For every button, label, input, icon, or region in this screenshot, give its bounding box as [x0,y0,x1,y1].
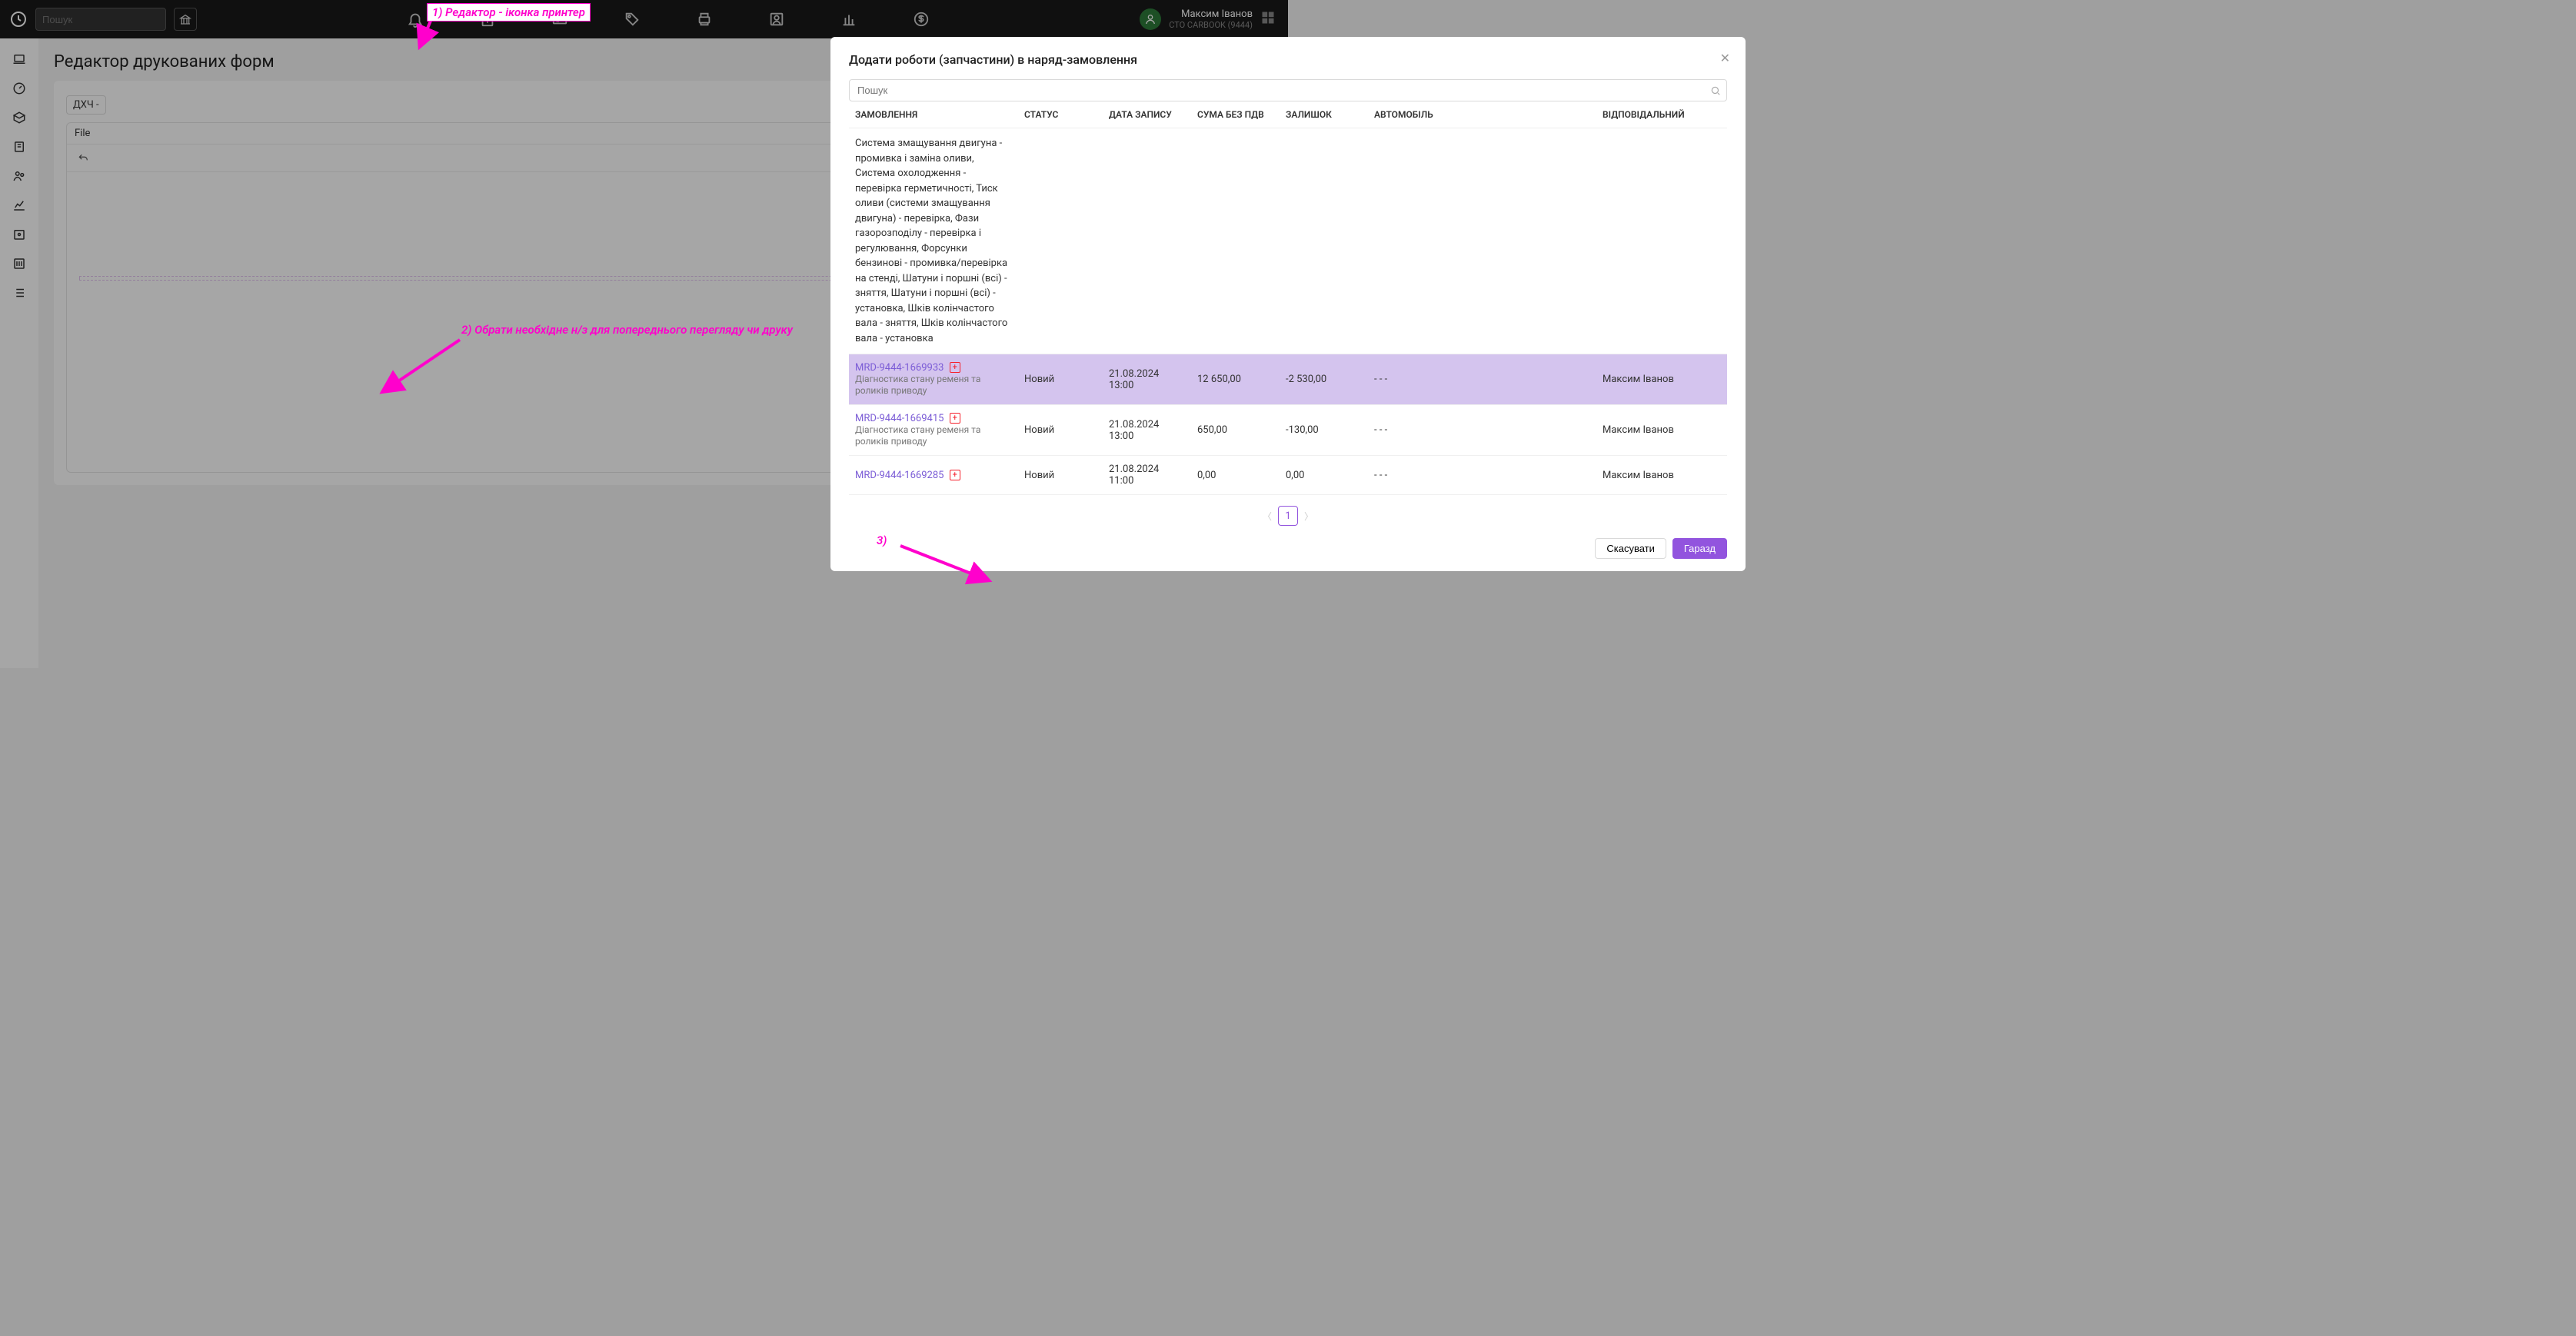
cell-car: - - - [1368,354,1596,405]
order-sub: Діагностика стану ременя та роликів прив… [855,424,980,447]
table-row[interactable]: MRD-9444-1669285 + Новий 21.08.2024 11:0… [849,456,1727,495]
cell-sum: 12 650,00 [1191,354,1280,405]
cell-date: 21.08.2024 13:00 [1103,405,1191,456]
order-id: MRD-9444-1669933 [855,362,944,374]
cell-balance: -130,00 [1280,405,1368,456]
cell-resp: Максим Іванов [1596,405,1727,456]
add-icon[interactable]: + [950,362,960,373]
col-order: ЗАМОВЛЕННЯ [849,101,1018,128]
order-sub: Діагностика стану ременя та роликів прив… [855,374,980,396]
col-resp: ВІДПОВІДАЛЬНИЙ [1596,101,1727,128]
close-icon[interactable]: ✕ [1720,51,1730,65]
col-sum: СУМА БЕЗ ПДВ [1191,101,1280,128]
next-page[interactable]: 〉 [1304,510,1313,523]
order-id: MRD-9444-1669415 [855,413,944,424]
cancel-button[interactable]: Скасувати [1595,538,1666,559]
cell-date: 21.08.2024 11:00 [1103,456,1191,495]
col-car: АВТОМОБІЛЬ [1368,101,1596,128]
col-status: СТАТУС [1018,101,1103,128]
modal-search-input[interactable] [849,79,1727,101]
prev-page[interactable]: 〈 [1263,510,1272,523]
orders-table: ЗАМОВЛЕННЯ СТАТУС ДАТА ЗАПИСУ СУМА БЕЗ П… [849,101,1727,495]
search-icon [1710,85,1721,96]
ok-button[interactable]: Гаразд [1672,538,1727,559]
add-icon[interactable]: + [950,470,960,480]
modal: Додати роботи (запчастини) в наряд-замов… [830,37,1746,571]
order-id: MRD-9444-1669285 [855,470,944,481]
col-date: ДАТА ЗАПИСУ [1103,101,1191,128]
modal-backdrop: Додати роботи (запчастини) в наряд-замов… [0,0,2576,1336]
cell-balance: 0,00 [1280,456,1368,495]
cell-resp: Максим Іванов [1596,354,1727,405]
cell-status: Новий [1018,456,1103,495]
cell-balance: -2 530,00 [1280,354,1368,405]
add-icon[interactable]: + [950,413,960,424]
cell-sum: 0,00 [1191,456,1280,495]
table-row[interactable]: MRD-9444-1669933 + Діагностика стану рем… [849,354,1727,405]
modal-title: Додати роботи (запчастини) в наряд-замов… [849,52,1727,67]
cell-status: Новий [1018,354,1103,405]
order-desc: Система змащування двигуна - промивка і … [849,128,1018,354]
cell-resp: Максим Іванов [1596,456,1727,495]
pagination: 〈 1 〉 [849,495,1727,529]
modal-search[interactable] [849,79,1727,101]
col-balance: ЗАЛИШОК [1280,101,1368,128]
cell-car: - - - [1368,456,1596,495]
table-row[interactable]: MRD-9444-1669415 + Діагностика стану рем… [849,405,1727,456]
page-number[interactable]: 1 [1278,506,1298,526]
cell-date: 21.08.2024 13:00 [1103,354,1191,405]
cell-car: - - - [1368,405,1596,456]
cell-status: Новий [1018,405,1103,456]
table-row[interactable]: Система змащування двигуна - промивка і … [849,128,1727,354]
cell-sum: 650,00 [1191,405,1280,456]
